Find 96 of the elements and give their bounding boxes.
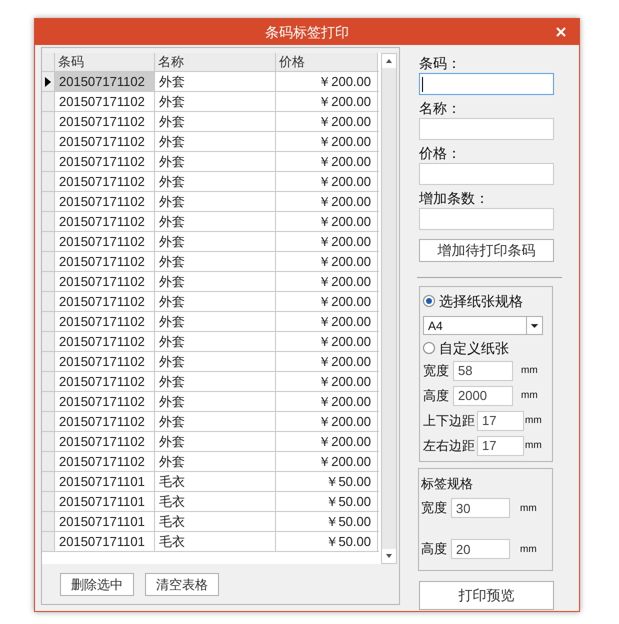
table-cell: 外套 — [155, 372, 276, 391]
table-cell: ￥200.00 — [276, 412, 378, 431]
table-cell: 外套 — [155, 432, 276, 451]
unit-label: mm — [521, 364, 538, 378]
table-cell: 外套 — [155, 292, 276, 311]
table-cell: 外套 — [155, 252, 276, 271]
text-cursor — [422, 76, 423, 92]
table-cell: 外套 — [155, 272, 276, 291]
table-cell: ￥200.00 — [276, 172, 378, 191]
input-field[interactable] — [419, 118, 554, 140]
table-cell: 外套 — [155, 412, 276, 431]
field-label: 价格： — [419, 144, 462, 162]
clear-table-button[interactable]: 清空表格 — [145, 573, 219, 596]
table-cell: ￥50.00 — [276, 492, 378, 511]
unit-label: mm — [525, 439, 542, 453]
input-field[interactable]: 17 — [477, 436, 524, 456]
table-cell: ￥200.00 — [276, 72, 378, 91]
scrollbar[interactable] — [381, 53, 397, 564]
table-cell: 外套 — [155, 72, 276, 91]
table-cell: 毛衣 — [155, 472, 276, 491]
radio-label[interactable]: 选择纸张规格 — [439, 290, 523, 312]
paper-size-dropdown[interactable]: A4 — [423, 316, 543, 335]
table-cell: ￥200.00 — [276, 192, 378, 211]
scroll-up-icon[interactable] — [382, 54, 396, 68]
table-cell: ￥50.00 — [276, 512, 378, 531]
table-cell: ￥200.00 — [276, 212, 378, 231]
field-label: 上下边距 — [423, 412, 476, 430]
table-cell: ￥200.00 — [276, 272, 378, 291]
window-title: 条码标签打印 — [265, 22, 349, 42]
field-label: 高度 — [421, 540, 448, 558]
table-cell: ￥200.00 — [276, 352, 378, 371]
field-label: 名称： — [419, 99, 462, 117]
field-label: 左右边距 — [423, 436, 476, 455]
table-cell: ￥200.00 — [276, 152, 378, 171]
table-cell: ￥200.00 — [276, 132, 378, 151]
table-cell: ￥200.00 — [276, 432, 378, 451]
table-cell: 外套 — [155, 152, 276, 171]
column-header[interactable]: 价格 — [276, 53, 378, 71]
unit-label: mm — [525, 414, 542, 428]
table-cell: 外套 — [155, 192, 276, 211]
table-cell: 201507171102 — [55, 72, 155, 91]
table-cell: 外套 — [155, 212, 276, 231]
table-cell: ￥200.00 — [276, 372, 378, 391]
input-field[interactable]: 20 — [451, 539, 510, 559]
unit-label: mm — [520, 502, 537, 516]
field-label: 宽度 — [421, 499, 448, 518]
print-preview-button[interactable]: 打印预览 — [419, 581, 554, 610]
table-cell: 外套 — [155, 392, 276, 411]
row-header[interactable] — [42, 72, 55, 91]
field-label: 高度 — [423, 386, 450, 405]
table-cell: ￥200.00 — [276, 232, 378, 251]
current-row-icon — [45, 76, 51, 86]
table-cell: ￥200.00 — [276, 252, 378, 271]
close-icon[interactable] — [556, 27, 566, 37]
add-barcode-button[interactable]: 增加待打印条码 — [419, 239, 554, 262]
radio-button[interactable] — [423, 295, 435, 307]
unit-label: mm — [521, 389, 538, 403]
table-cell: 外套 — [155, 332, 276, 351]
field-label: 增加条数： — [419, 189, 490, 207]
input-field[interactable] — [419, 208, 554, 230]
input-field[interactable]: 30 — [451, 498, 510, 518]
table-cell: ￥200.00 — [276, 332, 378, 351]
input-field[interactable] — [419, 73, 554, 95]
column-header[interactable]: 名称 — [155, 53, 276, 71]
table-cell: ￥50.00 — [276, 472, 378, 491]
table-cell: ￥200.00 — [276, 92, 378, 111]
field-label: 条码： — [419, 54, 462, 72]
table-cell: 外套 — [155, 352, 276, 371]
table-cell: 毛衣 — [155, 532, 276, 551]
scroll-down-icon[interactable] — [382, 549, 396, 563]
field-label: 宽度 — [423, 362, 450, 380]
table-cell: ￥200.00 — [276, 452, 378, 471]
input-field[interactable]: 58 — [453, 360, 513, 380]
table-cell: ￥200.00 — [276, 312, 378, 331]
table-cell: 外套 — [155, 132, 276, 151]
radio-label[interactable]: 自定义纸张 — [439, 338, 509, 358]
table-cell: ￥200.00 — [276, 292, 378, 311]
input-field[interactable] — [419, 163, 554, 185]
table-cell: ￥50.00 — [276, 532, 378, 551]
table-cell: 外套 — [155, 452, 276, 471]
input-field[interactable]: 17 — [477, 410, 524, 430]
table-cell: 外套 — [155, 92, 276, 111]
delete-selected-button[interactable]: 删除选中 — [60, 573, 134, 596]
group-title: 标签规格 — [421, 475, 474, 493]
table-cell: ￥200.00 — [276, 112, 378, 131]
radio-button[interactable] — [423, 342, 435, 354]
table-cell: 毛衣 — [155, 512, 276, 531]
unit-label: mm — [520, 542, 537, 556]
table-cell: ￥200.00 — [276, 392, 378, 411]
input-field[interactable]: 2000 — [453, 386, 513, 406]
table-cell: 外套 — [155, 312, 276, 331]
table-cell: 外套 — [155, 232, 276, 251]
table-cell: 外套 — [155, 112, 276, 131]
column-header[interactable]: 条码 — [55, 53, 155, 71]
table-cell: 外套 — [155, 172, 276, 191]
table-cell: 毛衣 — [155, 492, 276, 511]
